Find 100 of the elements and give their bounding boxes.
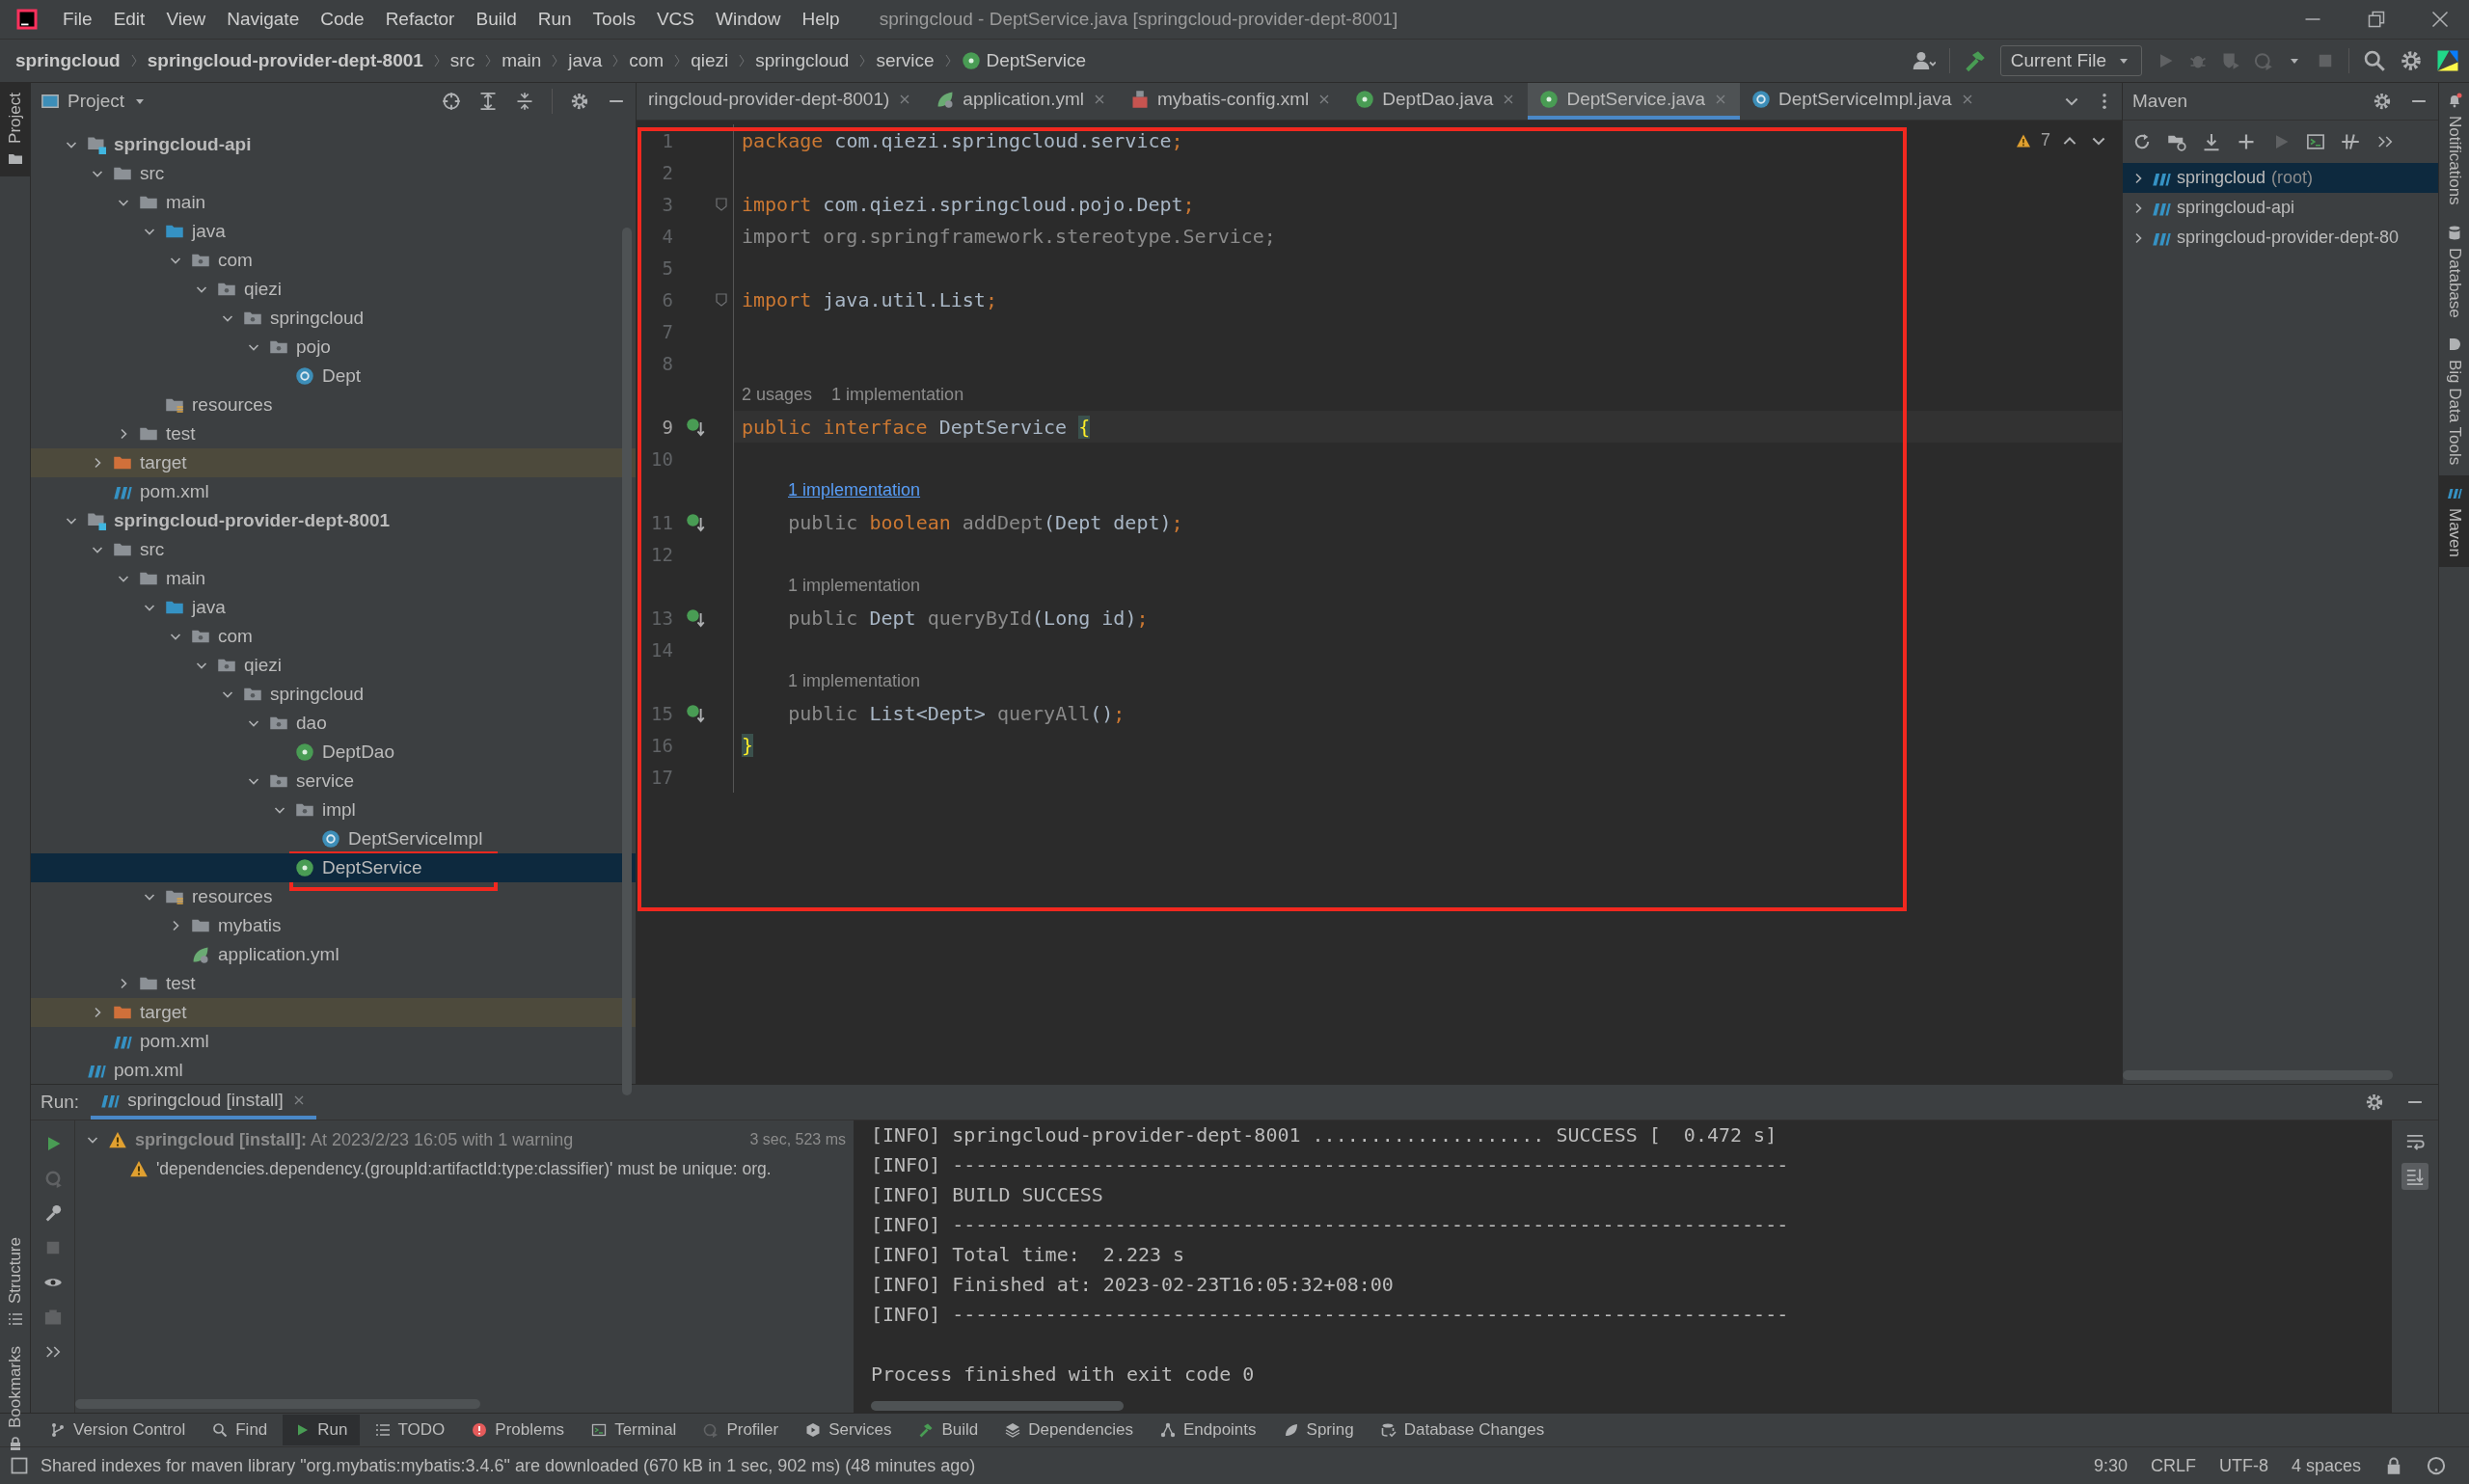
tree-item[interactable]: src (31, 159, 636, 188)
tree-item[interactable]: resources (31, 882, 636, 911)
scrollbar-thumb[interactable] (75, 1399, 480, 1409)
breadcrumb-item[interactable]: src (449, 50, 475, 71)
plus-icon[interactable] (2237, 132, 2256, 151)
tool-window-button[interactable]: Project (0, 83, 30, 176)
tree-item[interactable]: java (31, 217, 636, 246)
breadcrumb-item[interactable]: springcloud (755, 50, 850, 71)
tree-item[interactable]: mybatis (31, 911, 636, 940)
logo-icon[interactable] (2436, 49, 2459, 72)
user-icon[interactable] (1912, 49, 1936, 72)
tool-window-button[interactable]: Find (201, 1415, 280, 1445)
tree-item[interactable]: springcloud-provider-dept-80 (2123, 223, 2438, 253)
menu-item[interactable]: Tools (582, 5, 646, 34)
scrollbar-thumb[interactable] (871, 1401, 1124, 1411)
tree-item[interactable]: com (31, 622, 636, 651)
help-icon[interactable] (2427, 1456, 2446, 1475)
editor-tab[interactable]: DeptServiceImpl.java (1740, 83, 1987, 120)
scroll-to-end-icon[interactable] (2401, 1163, 2428, 1190)
status-item[interactable]: 9:30 (2093, 1455, 2128, 1476)
tree-item[interactable]: service (31, 767, 636, 796)
tree-item[interactable]: main (31, 564, 636, 593)
search-icon[interactable] (2363, 49, 2386, 72)
tree-item[interactable]: springcloud (31, 680, 636, 709)
breadcrumb-item[interactable]: DeptService (961, 50, 1087, 71)
tree-item[interactable]: springcloud-api (31, 130, 636, 159)
menu-item[interactable]: Help (791, 5, 851, 34)
tree-item[interactable]: springcloud-provider-dept-8001 (31, 506, 636, 535)
run-configuration-dropdown[interactable]: Current File (1999, 45, 2142, 76)
tree-item[interactable]: qiezi (31, 651, 636, 680)
tool-window-button[interactable]: Terminal (580, 1415, 689, 1445)
status-item[interactable]: 4 spaces (2291, 1455, 2361, 1476)
tree-item[interactable]: DeptDao (31, 738, 636, 767)
tool-window-button[interactable]: Spring (1271, 1415, 1366, 1445)
tree-item[interactable]: main (31, 188, 636, 217)
toggle-icon[interactable] (2341, 132, 2360, 151)
menu-item[interactable]: Window (705, 5, 792, 34)
tree-item[interactable]: test (31, 419, 636, 448)
tree-item[interactable]: DeptService (31, 853, 636, 882)
download-icon[interactable] (2202, 132, 2221, 151)
breadcrumb-item[interactable]: main (502, 50, 542, 71)
implemented-icon[interactable] (686, 512, 705, 532)
tool-window-button[interactable]: TODO (363, 1415, 457, 1445)
tree-item[interactable]: application.yml (31, 940, 636, 969)
tool-window-button[interactable]: Dependencies (993, 1415, 1145, 1445)
tool-window-button[interactable]: Build (907, 1415, 990, 1445)
scrollbar-thumb[interactable] (2123, 1070, 2393, 1080)
editor-tab[interactable]: DeptService.java (1528, 83, 1741, 120)
tree-item[interactable]: Dept (31, 362, 636, 391)
tool-window-button[interactable]: Endpoints (1148, 1415, 1268, 1445)
tree-item[interactable]: test (31, 969, 636, 998)
fold-icon[interactable] (714, 291, 729, 308)
editor-tab[interactable]: ringcloud-provider-dept-8001) (637, 83, 925, 120)
scrollbar-thumb[interactable] (622, 228, 632, 1095)
run-tab[interactable]: springcloud [install] (91, 1085, 316, 1120)
tool-window-button[interactable]: Run (283, 1415, 360, 1445)
tree-item[interactable]: dao (31, 709, 636, 738)
tree-item[interactable]: impl (31, 796, 636, 824)
wrap-icon[interactable] (2405, 1132, 2425, 1151)
status-item[interactable]: CRLF (2150, 1455, 2196, 1476)
implementation-link[interactable]: 1 implementation (788, 480, 921, 500)
tree-item[interactable]: com (31, 246, 636, 275)
tool-window-button[interactable]: Profiler (692, 1415, 791, 1445)
tree-item[interactable]: pom.xml (31, 477, 636, 506)
tree-item[interactable]: springcloud (31, 304, 636, 333)
editor-tab[interactable]: mybatis-config.xml (1119, 83, 1344, 120)
tool-window-button[interactable]: Notifications (2439, 83, 2469, 215)
tool-window-button[interactable]: Big Data Tools (2439, 327, 2469, 475)
settings-icon[interactable] (570, 92, 589, 111)
menu-item[interactable]: Code (310, 5, 375, 34)
close-icon[interactable] (2430, 10, 2450, 29)
crosshair-icon[interactable] (442, 92, 461, 111)
breadcrumb-item[interactable]: java (568, 50, 603, 71)
tree-item[interactable]: pom.xml (31, 1027, 636, 1056)
tool-window-button[interactable]: Structure (0, 1227, 30, 1336)
tree-item[interactable]: target (31, 448, 636, 477)
collapse-all-icon[interactable] (515, 92, 534, 111)
tree-item[interactable]: qiezi (31, 275, 636, 304)
settings-icon[interactable] (2365, 1093, 2384, 1112)
breadcrumb-item[interactable]: com (629, 50, 665, 71)
fold-icon[interactable] (714, 196, 729, 212)
settings-icon[interactable] (2373, 92, 2392, 111)
menu-item[interactable]: Run (527, 5, 583, 34)
expand-all-icon[interactable] (478, 92, 498, 111)
implemented-icon[interactable] (686, 417, 705, 437)
tool-window-button[interactable]: Bookmarks (0, 1336, 30, 1461)
editor-tab[interactable]: application.yml (924, 83, 1119, 120)
restore-icon[interactable] (2367, 10, 2386, 29)
square-icon[interactable] (10, 1456, 29, 1475)
menu-item[interactable]: Edit (102, 5, 156, 34)
tree-item[interactable]: pom.xml (31, 1056, 636, 1085)
tool-window-button[interactable]: Problems (460, 1415, 577, 1445)
implemented-icon[interactable] (686, 703, 705, 723)
tree-item[interactable]: DeptServiceImpl (31, 824, 636, 853)
breadcrumb-item[interactable]: springcloud-provider-dept-8001 (147, 50, 423, 71)
breadcrumb-item[interactable]: qiezi (691, 50, 729, 71)
refresh-icon[interactable] (2132, 132, 2152, 151)
status-item[interactable]: UTF-8 (2218, 1455, 2268, 1476)
menu-item[interactable]: File (52, 5, 103, 34)
settings-icon[interactable] (2400, 49, 2423, 72)
